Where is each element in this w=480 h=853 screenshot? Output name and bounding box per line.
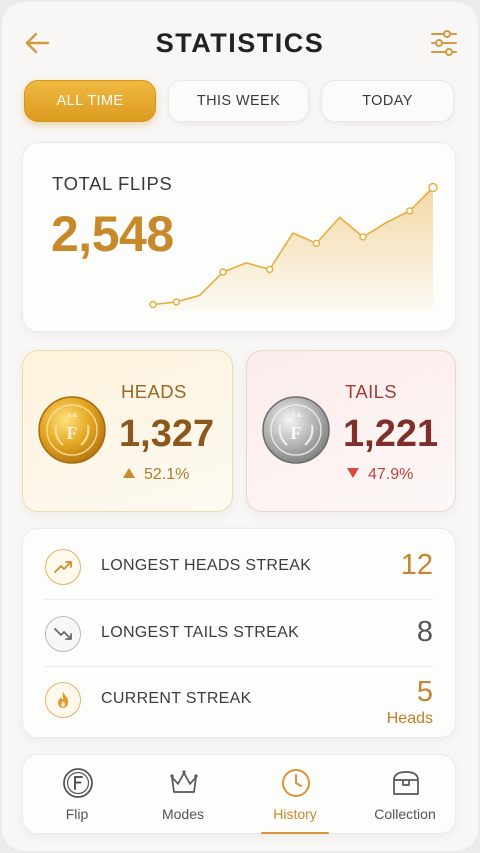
triangle-up-icon [123,468,135,478]
chart-area [153,187,433,311]
chart-point [149,300,157,309]
heads-card: F HEADS 1,327 52.1% [22,350,233,512]
chart-point [265,265,274,274]
tails-count: 1,221 [343,413,439,455]
heads-percentage-text: 52.1% [144,466,190,483]
triangle-down-icon [347,468,359,478]
tails-label: TAILS [345,381,398,402]
bottom-nav: Flip Modes History Collection [22,754,456,834]
coin-letter: F [291,423,302,443]
nav-collection-label: Collection [374,806,436,822]
clock-icon [282,769,310,797]
list-item: LONGEST TAILS STREAK 8 [23,600,457,666]
current-streak-value: 5 [416,676,433,708]
chart-point [219,268,227,276]
coin-letter: F [67,423,78,443]
total-flips-label: TOTAL FLIPS [52,173,173,194]
page-title: STATISTICS [155,28,325,58]
chart-point [312,239,321,248]
list-item: CURRENT STREAK 5 Heads [23,666,457,732]
current-streak-label: CURRENT STREAK [101,690,252,707]
nav-history[interactable]: History [245,755,345,835]
app-screen: STATISTICS ALL TIME THIS WEEK TODAY TOTA… [2,2,478,851]
tab-this-week[interactable]: THIS WEEK [168,80,309,122]
trending-up-icon [45,549,81,585]
nav-flip[interactable]: Flip [27,755,127,835]
longest-heads-streak-label: LONGEST HEADS STREAK [101,557,312,574]
total-flips-card: TOTAL FLIPS 2,548 [22,142,456,332]
tab-all-time[interactable]: ALL TIME [24,80,156,122]
tails-percentage: 47.9% [347,466,413,484]
nav-flip-label: Flip [65,806,89,822]
heads-label: HEADS [121,381,187,402]
active-tab-indicator [261,832,329,834]
current-streak-side: Heads [386,710,433,727]
nav-modes-label: Modes [161,806,205,822]
chest-icon [393,771,419,795]
chart-point [359,233,367,241]
chart-point [428,182,438,193]
silver-coin-icon: F [262,396,330,464]
tails-percentage-text: 47.9% [368,466,414,483]
coin-icon [63,768,93,798]
chart-point [405,207,414,215]
heads-percentage: 52.1% [123,466,189,484]
trending-down-icon [45,616,81,652]
nav-modes[interactable]: Modes [133,755,233,835]
crown-icon [170,770,198,793]
chart-point [172,298,181,306]
streaks-card: LONGEST HEADS STREAK 12 LONGEST TAILS ST… [22,528,456,738]
longest-tails-streak-label: LONGEST TAILS STREAK [101,624,300,641]
list-item: LONGEST HEADS STREAK 12 [23,533,457,599]
longest-tails-streak-value: 8 [416,616,433,648]
gold-coin-icon: F [38,396,106,464]
longest-heads-streak-value: 12 [400,549,433,581]
sliders-icon [431,30,457,56]
tab-today[interactable]: TODAY [321,80,454,122]
header: STATISTICS [2,2,478,82]
nav-history-label: History [273,806,317,822]
flame-icon [45,682,81,718]
tails-card: F TAILS 1,221 47.9% [246,350,456,512]
time-range-tabs: ALL TIME THIS WEEK TODAY [22,80,456,124]
filter-button[interactable] [430,28,458,58]
heads-count: 1,327 [119,413,215,455]
nav-collection[interactable]: Collection [355,755,455,835]
total-flips-value: 2,548 [51,206,174,262]
